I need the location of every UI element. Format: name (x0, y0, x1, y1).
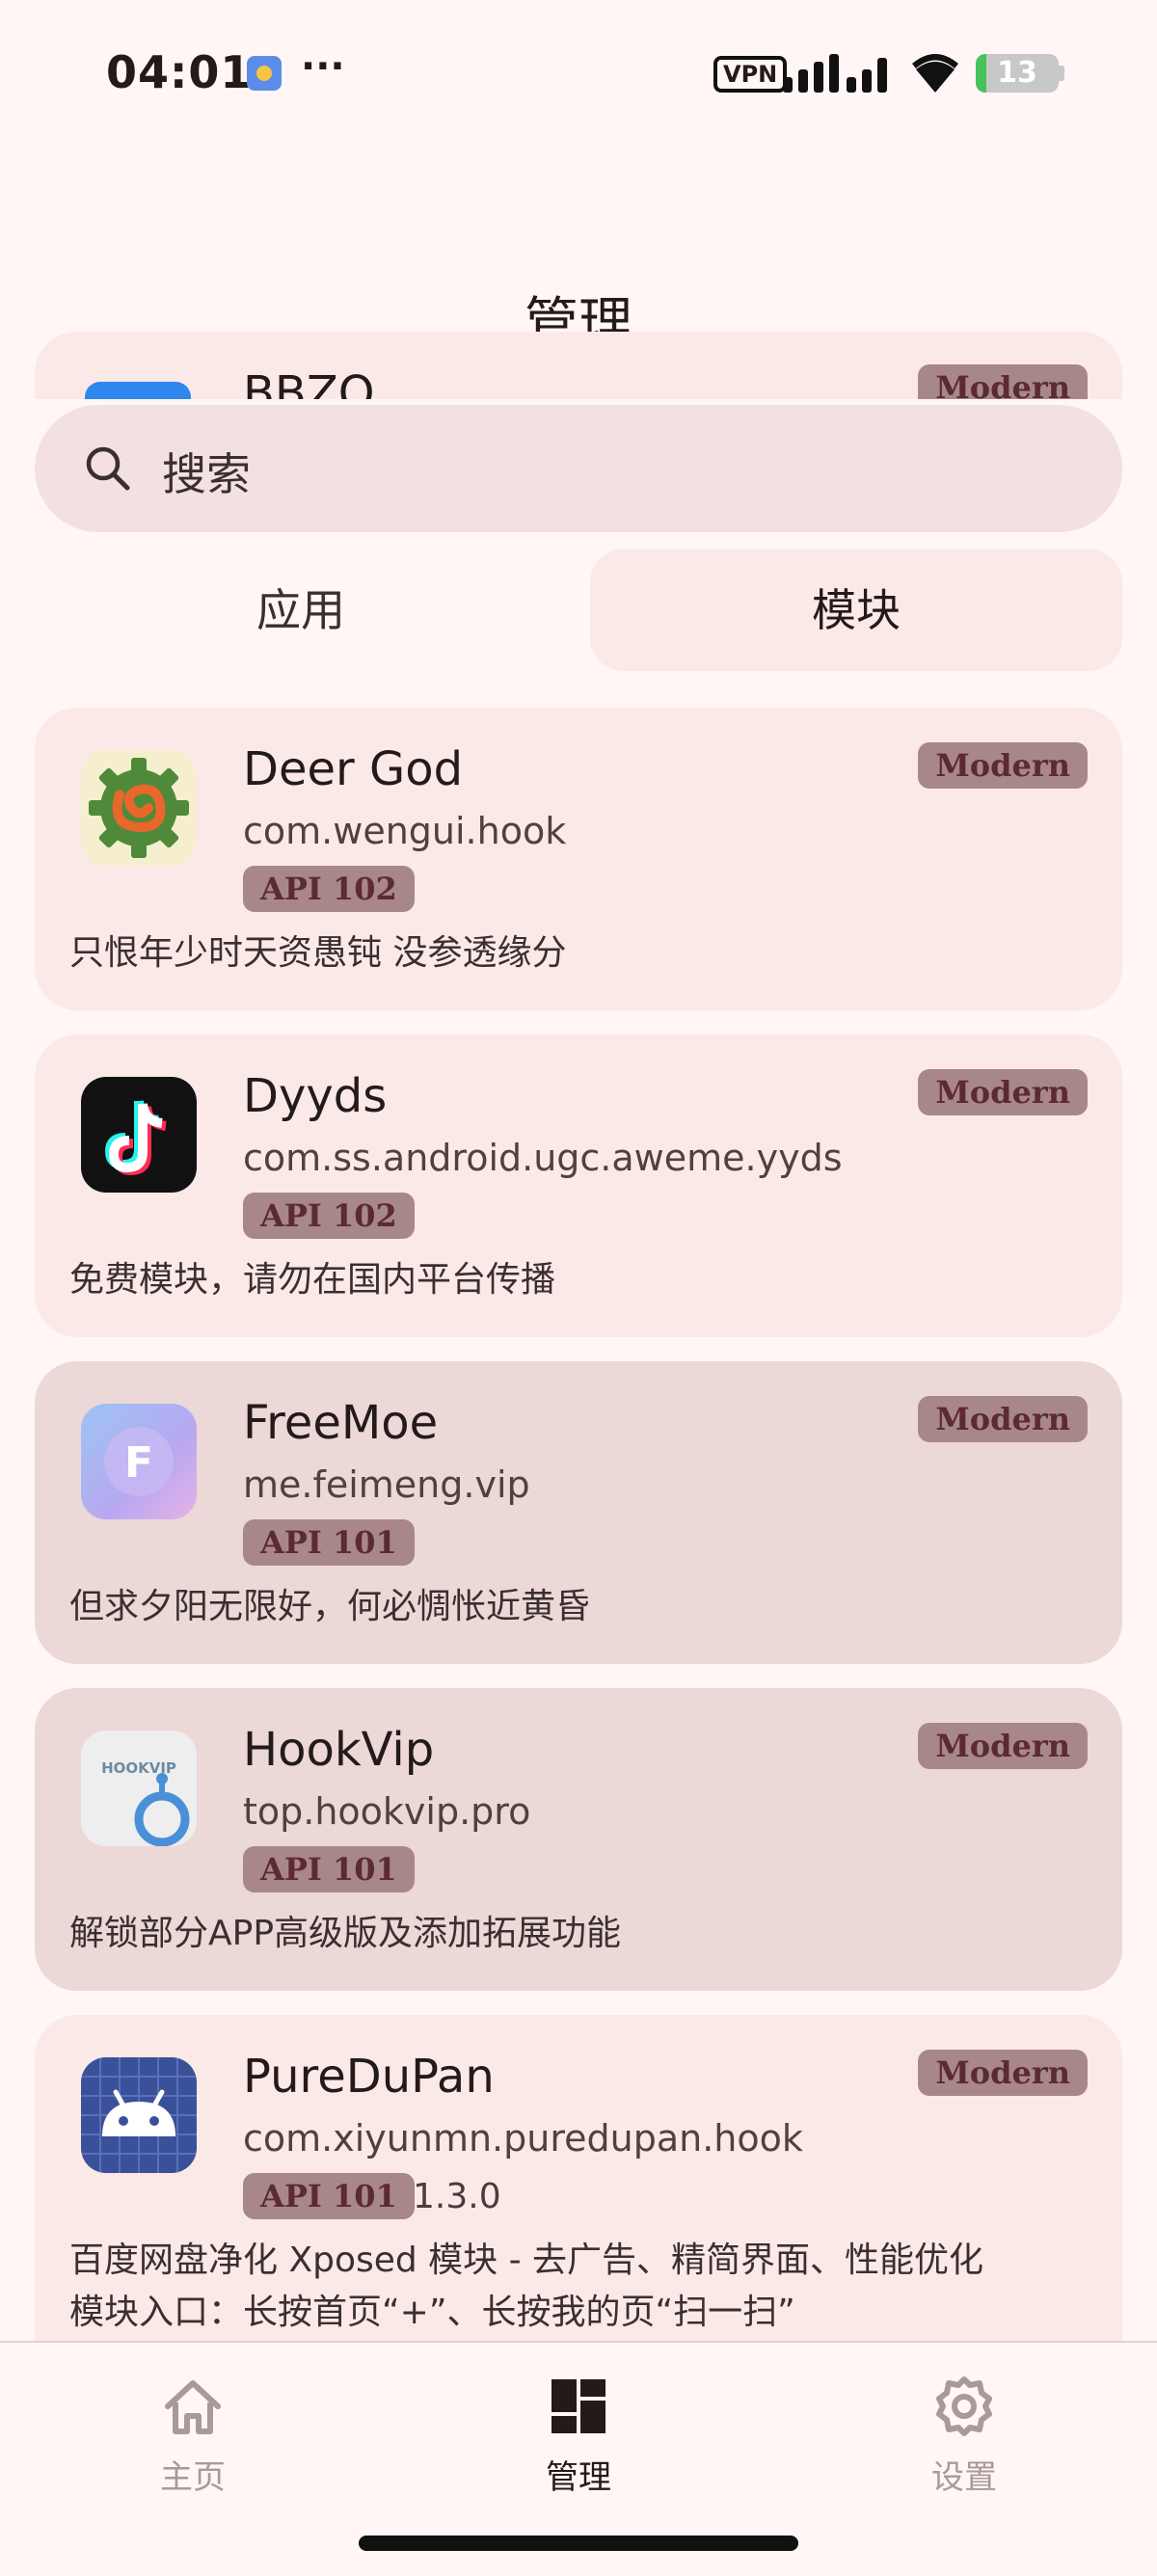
module-package: com.wengui.hook (243, 810, 567, 852)
module-name: FreeMoe (243, 1396, 439, 1450)
battery-nub (1059, 66, 1064, 81)
modern-badge: Modern (918, 364, 1088, 399)
module-description: 但求夕阳无限好，何必惆怅近黄昏 (69, 1587, 591, 1626)
module-name: BBZQ (243, 366, 375, 399)
module-card-freemoe[interactable]: F FreeMoe me.feimeng.vip API 101 Modern … (35, 1361, 1122, 1664)
search-placeholder: 搜索 (162, 448, 251, 500)
battery-percent: 13 (997, 56, 1037, 90)
module-name: Deer God (243, 742, 464, 796)
search-icon (86, 446, 130, 491)
gallery-notification-icon (247, 56, 282, 91)
wifi-icon (912, 54, 958, 93)
module-name: PureDuPan (243, 2050, 495, 2104)
module-package: com.xiyunmn.puredupan.hook (243, 2117, 803, 2160)
api-badge: API 101 (243, 1846, 415, 1892)
modern-badge: Modern (918, 2050, 1088, 2096)
cell-signal-icon (783, 54, 887, 93)
status-bar: 04:01 ··· VPN 13 (0, 0, 1157, 145)
modern-badge: Modern (918, 1396, 1088, 1442)
module-version: 1.3.0 (413, 2177, 501, 2216)
tab-modules[interactable]: 模块 (590, 550, 1122, 671)
freemoe-icon: F (81, 1404, 197, 1519)
android-icon (81, 2057, 197, 2173)
nav-home-label: 主页 (160, 2458, 226, 2497)
api-badge: API 101 (243, 2173, 415, 2219)
status-time: 04:01 (106, 46, 253, 98)
nav-settings-label: 设置 (931, 2458, 997, 2497)
module-description-line-2: 模块入口：长按首页“+”、长按我的页“扫一扫” (69, 2293, 795, 2332)
modern-badge: Modern (918, 742, 1088, 789)
module-description: 只恨年少时天资愚钝 没参透缘分 (69, 933, 567, 973)
module-package: com.ss.android.ugc.aweme.yyds (243, 1137, 843, 1179)
module-card-partial[interactable]: BBZQ Modern (35, 332, 1122, 399)
module-package: me.feimeng.vip (243, 1463, 530, 1506)
module-description: 百度网盘净化 Xposed 模块 - 去广告、精简界面、性能优化 (69, 2241, 984, 2280)
svg-text:F: F (124, 1438, 153, 1488)
module-name: HookVip (243, 1723, 435, 1777)
app-icon (85, 382, 191, 399)
modern-badge: Modern (918, 1069, 1088, 1115)
home-icon (165, 2380, 221, 2434)
search-bar[interactable]: 搜索 (35, 405, 1122, 532)
module-card-deer-god[interactable]: Deer God com.wengui.hook API 102 Modern … (35, 708, 1122, 1010)
more-notifications-icon: ··· (301, 44, 345, 89)
gear-icon (936, 2376, 992, 2436)
module-card-dyyds[interactable]: Dyyds com.ss.android.ugc.aweme.yyds API … (35, 1034, 1122, 1337)
module-package: top.hookvip.pro (243, 1790, 531, 1833)
nav-manage[interactable]: 管理 (482, 2372, 675, 2498)
module-description: 免费模块，请勿在国内平台传播 (69, 1260, 556, 1300)
api-badge: API 102 (243, 866, 415, 912)
dashboard-icon (552, 2379, 605, 2433)
modern-badge: Modern (918, 1723, 1088, 1769)
api-badge: API 102 (243, 1193, 415, 1239)
gear-pretzel-icon (81, 750, 197, 866)
api-badge: API 101 (243, 1519, 415, 1566)
vpn-icon: VPN (713, 56, 788, 93)
nav-manage-label: 管理 (546, 2458, 611, 2497)
home-indicator[interactable] (359, 2536, 798, 2551)
tiktok-icon (81, 1077, 197, 1193)
hookvip-icon: HOOKVIP (81, 1731, 197, 1846)
tab-apps[interactable]: 应用 (35, 550, 567, 671)
module-description: 解锁部分APP高级版及添加拓展功能 (69, 1914, 622, 1953)
module-card-hookvip[interactable]: HOOKVIP HookVip top.hookvip.pro API 101 … (35, 1688, 1122, 1991)
module-name: Dyyds (243, 1069, 388, 1123)
nav-home[interactable]: 主页 (96, 2372, 289, 2498)
battery-icon: 13 (976, 54, 1059, 93)
nav-settings[interactable]: 设置 (868, 2372, 1061, 2498)
